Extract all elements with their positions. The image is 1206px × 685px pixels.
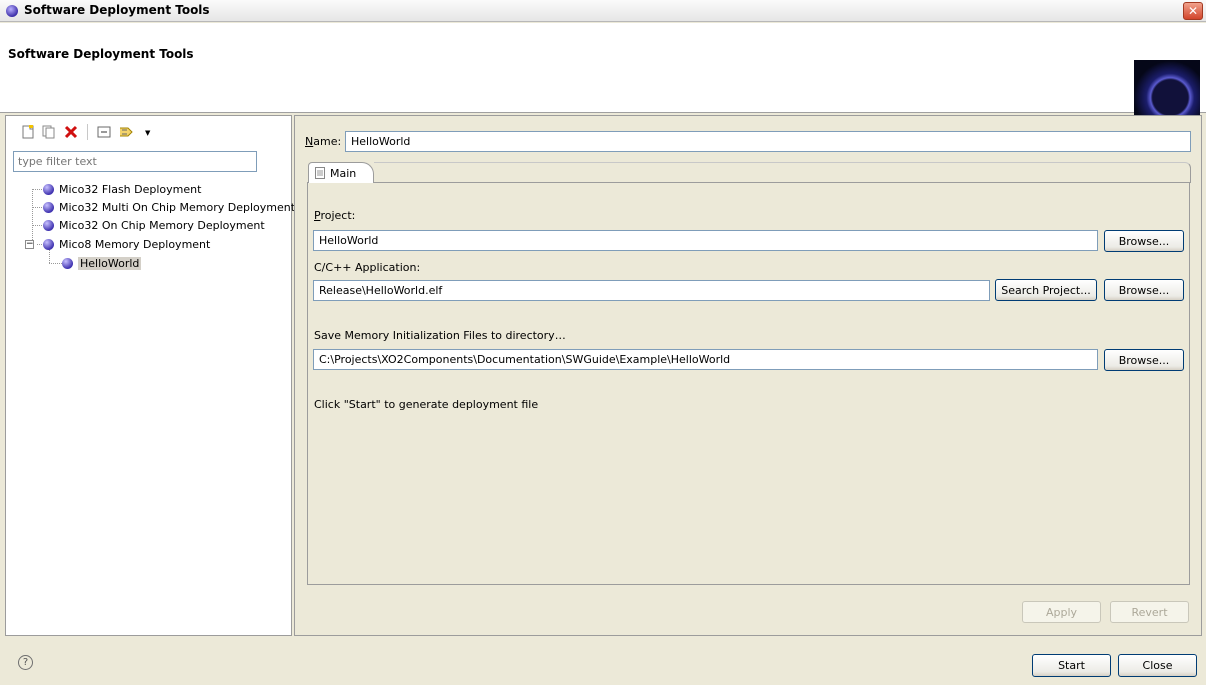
- app-icon: [6, 5, 18, 17]
- window-title: Software Deployment Tools: [24, 3, 210, 17]
- name-label: Name:: [305, 135, 342, 148]
- launch-config-icon: [62, 257, 73, 269]
- filter-icon[interactable]: [119, 124, 135, 140]
- dialog-heading: Software Deployment Tools: [8, 47, 194, 61]
- duplicate-icon[interactable]: [41, 124, 57, 140]
- tree-item-mico32-on-chip[interactable]: Mico32 On Chip Memory Deployment: [43, 216, 265, 234]
- tree-line: [32, 189, 33, 244]
- button-label: Browse...: [1118, 353, 1170, 367]
- memory-dir-label: Save Memory Initialization Files to dire…: [314, 329, 566, 342]
- project-label: Project:: [314, 209, 356, 222]
- filter-input[interactable]: [13, 151, 257, 172]
- tree-line: [49, 263, 62, 264]
- name-field[interactable]: HelloWorld: [345, 131, 1191, 152]
- tree-item-label: Mico32 Flash Deployment: [59, 182, 202, 196]
- browse-application-button[interactable]: Browse...: [1104, 279, 1184, 301]
- tab-strip: [374, 162, 1191, 183]
- application-field[interactable]: Release\HelloWorld.elf: [313, 280, 990, 301]
- button-label: Browse...: [1118, 283, 1170, 297]
- button-label: Browse...: [1118, 234, 1170, 248]
- browse-memory-dir-button[interactable]: Browse...: [1104, 349, 1184, 371]
- button-label: Revert: [1131, 605, 1168, 619]
- button-label: Start: [1058, 659, 1085, 672]
- deployment-config-icon: [43, 183, 54, 195]
- tree-item-mico8-memory[interactable]: Mico8 Memory Deployment: [43, 235, 210, 253]
- deployment-config-icon: [43, 219, 54, 231]
- start-button[interactable]: Start: [1032, 654, 1111, 677]
- memory-dir-field[interactable]: C:\Projects\XO2Components\Documentation\…: [313, 349, 1098, 370]
- window-close-button[interactable]: ✕: [1183, 2, 1203, 20]
- tab-main[interactable]: Main: [308, 162, 374, 183]
- new-config-icon[interactable]: [20, 124, 36, 140]
- tree-item-mico32-multi-on-chip[interactable]: Mico32 Multi On Chip Memory Deployment: [43, 198, 295, 216]
- button-label: Apply: [1045, 605, 1078, 619]
- title-bar: Software Deployment Tools: [0, 0, 1206, 22]
- document-icon: [315, 167, 325, 179]
- help-icon[interactable]: ?: [18, 655, 33, 670]
- revert-button[interactable]: Revert: [1110, 601, 1189, 623]
- tree-item-label: Mico32 On Chip Memory Deployment: [59, 218, 265, 232]
- start-hint-text: Click "Start" to generate deployment fil…: [314, 398, 539, 411]
- dialog-banner: Software Deployment Tools: [0, 23, 1206, 135]
- deployment-config-icon: [43, 238, 54, 250]
- deployment-config-icon: [43, 201, 54, 213]
- filter-dropdown-chevron-icon[interactable]: ▼: [145, 129, 150, 137]
- tree-item-label: HelloWorld: [78, 256, 142, 270]
- tree-item-mico32-flash[interactable]: Mico32 Flash Deployment: [43, 180, 201, 198]
- application-label: C/C++ Application:: [314, 261, 421, 274]
- tree-item-helloworld[interactable]: HelloWorld: [62, 254, 142, 272]
- search-project-button[interactable]: Search Project...: [995, 279, 1097, 301]
- apply-button[interactable]: Apply: [1022, 601, 1101, 623]
- tree-item-label: Mico8 Memory Deployment: [59, 237, 211, 251]
- tree-collapse-toggle[interactable]: −: [25, 240, 34, 249]
- collapse-all-icon[interactable]: [96, 124, 112, 140]
- button-label: Search Project...: [1001, 283, 1091, 297]
- toolbar-separator: [87, 124, 88, 140]
- delete-icon[interactable]: [63, 124, 79, 140]
- close-button[interactable]: Close: [1118, 654, 1197, 677]
- project-field[interactable]: HelloWorld: [313, 230, 1098, 251]
- button-label: Close: [1142, 659, 1173, 672]
- browse-project-button[interactable]: Browse...: [1104, 230, 1184, 252]
- tab-main-label: Main: [330, 166, 357, 180]
- tree-item-label: Mico32 Multi On Chip Memory Deployment: [59, 200, 296, 214]
